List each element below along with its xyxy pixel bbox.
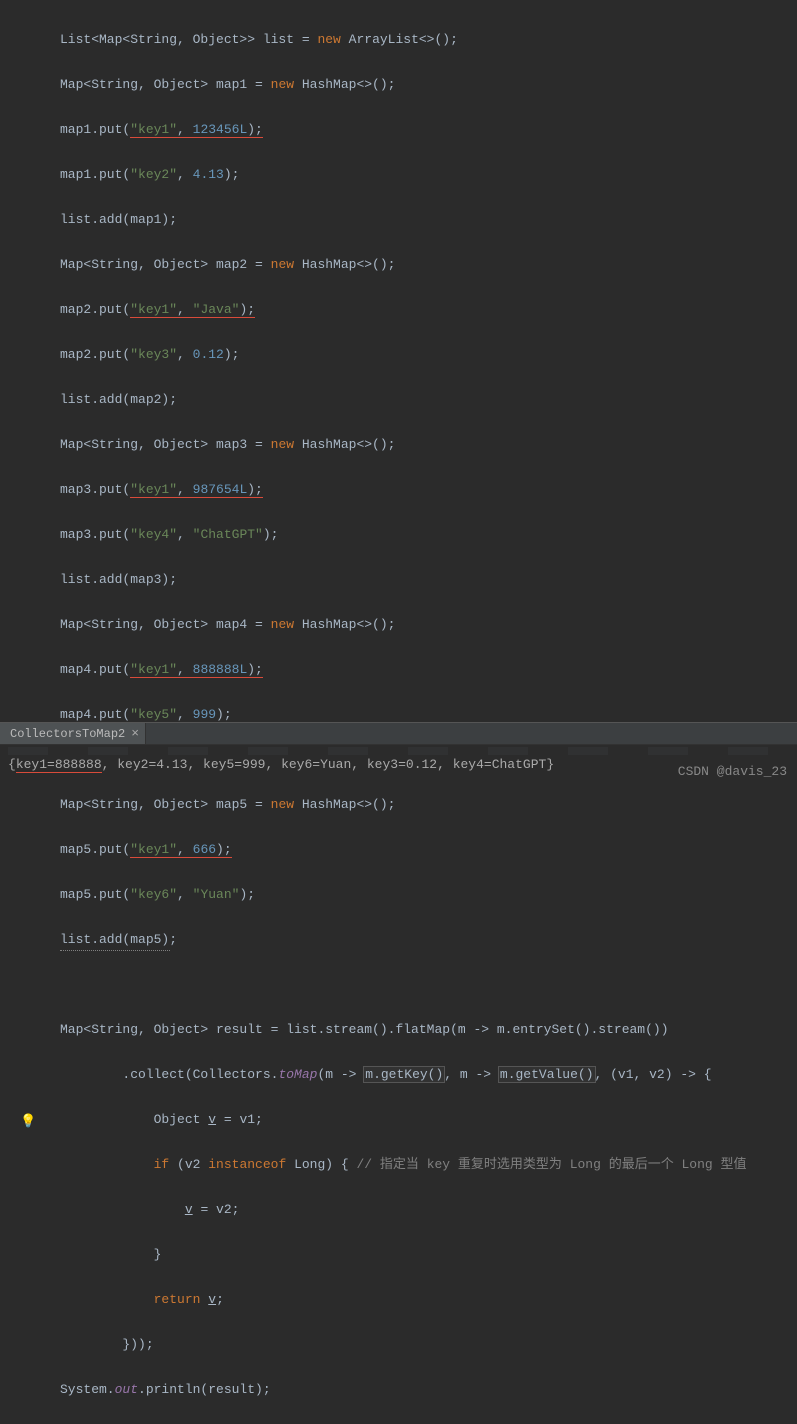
- run-tab[interactable]: CollectorsToMap2 ×: [0, 723, 146, 744]
- code-line[interactable]: return v;: [60, 1289, 797, 1312]
- code-line[interactable]: list.add(map5);: [60, 929, 797, 952]
- bulb-icon[interactable]: 💡: [20, 1111, 36, 1134]
- code-line[interactable]: map3.put("key1", 987654L);: [60, 479, 797, 502]
- code-line[interactable]: map2.put("key3", 0.12);: [60, 344, 797, 367]
- code-line[interactable]: map5.put("key1", 666);: [60, 839, 797, 862]
- code-line[interactable]: Map<String, Object> map2 = new HashMap<>…: [60, 254, 797, 277]
- run-tab-bar: CollectorsToMap2 ×: [0, 722, 797, 745]
- console-scroll-hint: [8, 747, 789, 755]
- close-icon[interactable]: ×: [131, 726, 139, 741]
- code-line[interactable]: map5.put("key6", "Yuan");: [60, 884, 797, 907]
- code-line[interactable]: map1.put("key1", 123456L);: [60, 119, 797, 142]
- code-line[interactable]: Map<String, Object> map4 = new HashMap<>…: [60, 614, 797, 637]
- code-line[interactable]: }));: [60, 1334, 797, 1357]
- code-line[interactable]: .collect(Collectors.toMap(m -> m.getKey(…: [60, 1064, 797, 1087]
- code-line[interactable]: v = v2;: [60, 1199, 797, 1222]
- code-line[interactable]: list.add(map3);: [60, 569, 797, 592]
- code-line[interactable]: 💡 Object v = v1;: [60, 1109, 797, 1132]
- caret-underline: [60, 950, 170, 951]
- code-editor[interactable]: List<Map<String, Object>> list = new Arr…: [0, 0, 797, 1424]
- code-line[interactable]: list.add(map1);: [60, 209, 797, 232]
- code-line[interactable]: }: [60, 1244, 797, 1267]
- code-line[interactable]: Map<String, Object> map1 = new HashMap<>…: [60, 74, 797, 97]
- code-line[interactable]: map4.put("key1", 888888L);: [60, 659, 797, 682]
- code-line[interactable]: System.out.println(result);: [60, 1379, 797, 1402]
- code-line[interactable]: [60, 974, 797, 997]
- code-line[interactable]: Map<String, Object> map5 = new HashMap<>…: [60, 794, 797, 817]
- inspection-highlight: m.getValue(): [499, 1067, 595, 1082]
- code-line[interactable]: if (v2 instanceof Long) { // 指定当 key 重复时…: [60, 1154, 797, 1177]
- code-line[interactable]: List<Map<String, Object>> list = new Arr…: [60, 29, 797, 52]
- code-line[interactable]: map2.put("key1", "Java");: [60, 299, 797, 322]
- tab-label: CollectorsToMap2: [10, 727, 125, 741]
- code-line[interactable]: Map<String, Object> result = list.stream…: [60, 1019, 797, 1042]
- code-line[interactable]: Map<String, Object> map3 = new HashMap<>…: [60, 434, 797, 457]
- code-line[interactable]: list.add(map2);: [60, 389, 797, 412]
- inspection-highlight: m.getKey(): [364, 1067, 444, 1082]
- code-line[interactable]: map3.put("key4", "ChatGPT");: [60, 524, 797, 547]
- code-line[interactable]: map1.put("key2", 4.13);: [60, 164, 797, 187]
- watermark: CSDN @davis_23: [678, 764, 787, 779]
- console-highlight: key1=888888: [16, 757, 102, 773]
